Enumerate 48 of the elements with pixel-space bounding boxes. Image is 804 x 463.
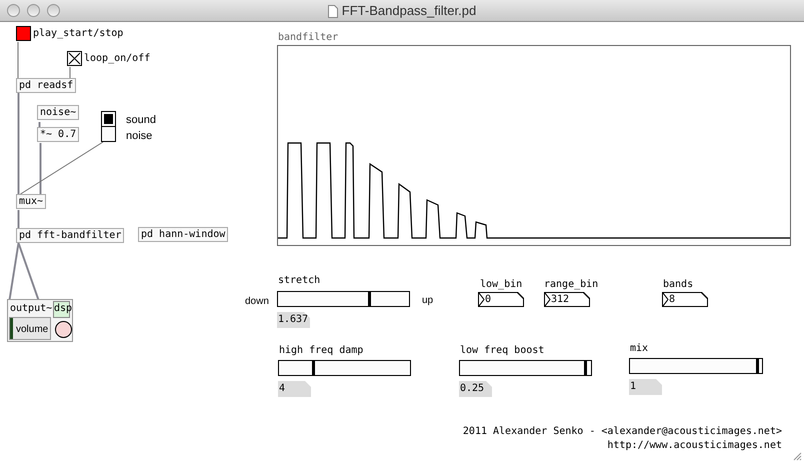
credit-text: 2011 Alexander Senko - <alexander@acousticimages.net> xyxy=(462,426,782,438)
slider-track[interactable] xyxy=(277,291,410,307)
volume-label: volume xyxy=(16,324,48,336)
radio-label: noise xyxy=(126,130,152,142)
slider-label: low freq boost xyxy=(460,345,544,357)
toggle-checkbox[interactable] xyxy=(67,51,82,66)
volume-slider[interactable] xyxy=(9,317,51,340)
slider-thumb[interactable] xyxy=(312,361,315,375)
number-box[interactable]: 0 xyxy=(478,292,524,307)
radio-cell[interactable] xyxy=(101,126,116,142)
slider-track[interactable] xyxy=(278,360,411,376)
slider-thumb[interactable] xyxy=(756,359,759,373)
document-icon xyxy=(328,4,338,18)
slider-thumb[interactable] xyxy=(584,361,587,375)
number-box[interactable]: 0.25 xyxy=(459,381,492,397)
bang-button[interactable] xyxy=(16,26,31,41)
number-box[interactable]: 8 xyxy=(662,292,708,307)
dsp-toggle[interactable]: dsp xyxy=(53,301,70,318)
object-box[interactable]: noise~ xyxy=(37,105,80,120)
number-label: bands xyxy=(663,279,694,291)
slider-label: stretch xyxy=(278,275,320,287)
number-box[interactable]: 1 xyxy=(629,379,662,395)
output-title: output~ xyxy=(10,303,52,315)
slider-track[interactable] xyxy=(629,358,763,374)
toggle-label: loop_on/off xyxy=(84,53,150,65)
number-label: range_bin xyxy=(544,279,598,291)
credit-text: http://www.acousticimages.net xyxy=(607,440,782,452)
radio-label: sound xyxy=(126,114,156,126)
slider-label: mix xyxy=(630,343,648,355)
bang-label: play_start/stop xyxy=(33,28,124,40)
object-box[interactable]: *~ 0.7 xyxy=(37,127,80,142)
object-box[interactable]: mux~ xyxy=(16,194,46,209)
object-box[interactable]: pd readsf xyxy=(16,78,76,93)
window-title: FFT-Bandpass_filter.pd xyxy=(342,2,476,20)
resize-grip-icon[interactable] xyxy=(793,452,802,461)
slider-max-label: up xyxy=(422,295,434,307)
slider-thumb[interactable] xyxy=(368,292,371,306)
slider-min-label: down xyxy=(245,296,269,308)
object-box[interactable]: pd hann-window xyxy=(138,227,228,242)
number-label: low_bin xyxy=(480,279,522,291)
array-label: bandfilter xyxy=(278,32,338,44)
radio-cell[interactable] xyxy=(101,111,116,127)
number-box[interactable]: 4 xyxy=(278,381,311,397)
slider-label: high freq damp xyxy=(279,345,364,357)
number-box[interactable]: 1.637 xyxy=(277,312,310,328)
slider-track[interactable] xyxy=(459,360,592,376)
object-box[interactable]: pd fft-bandfilter xyxy=(16,228,124,243)
number-box[interactable]: 312 xyxy=(544,292,590,307)
